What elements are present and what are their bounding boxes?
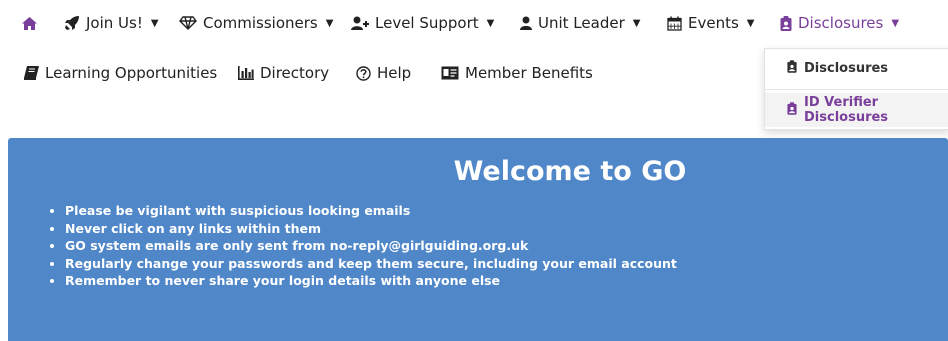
nav-directory[interactable]: Directory bbox=[238, 60, 329, 86]
nav-join-us-label: Join Us! bbox=[86, 14, 143, 32]
nav-help[interactable]: Help bbox=[356, 60, 411, 86]
id-badge-icon bbox=[787, 59, 797, 77]
main-nav-row-1: Join Us! ▼ Commissioners ▼ Level Support… bbox=[0, 10, 948, 36]
nav-member-benefits[interactable]: Member Benefits bbox=[441, 60, 593, 86]
home-icon bbox=[22, 16, 37, 30]
chevron-down-icon: ▼ bbox=[150, 17, 159, 29]
main-nav-row-2: Learning Opportunities Directory Help Me… bbox=[0, 59, 760, 87]
welcome-banner: Welcome to GO Please be vigilant with su… bbox=[8, 138, 948, 341]
list-item: GO system emails are only sent from no-r… bbox=[65, 237, 945, 255]
id-badge-icon bbox=[780, 15, 792, 31]
rocket-icon bbox=[64, 15, 80, 31]
list-item: Regularly change your passwords and keep… bbox=[65, 255, 945, 273]
chevron-down-icon: ▼ bbox=[632, 17, 641, 29]
nav-member-benefits-label: Member Benefits bbox=[465, 64, 593, 82]
nav-disclosures-label: Disclosures bbox=[798, 14, 884, 32]
dropdown-divider bbox=[765, 89, 948, 90]
bar-chart-icon bbox=[238, 66, 254, 80]
dropdown-item-disclosures[interactable]: Disclosures bbox=[765, 51, 948, 85]
nav-unit-leader[interactable]: Unit Leader ▼ bbox=[520, 10, 640, 36]
dropdown-item-label: ID Verifier Disclosures bbox=[804, 95, 889, 125]
chevron-down-icon: ▼ bbox=[486, 17, 495, 29]
disclosures-dropdown-menu: Disclosures ID Verifier Disclosures bbox=[764, 48, 948, 130]
list-item: Never click on any links within them bbox=[65, 220, 945, 238]
chevron-down-icon: ▼ bbox=[746, 17, 755, 29]
nav-directory-label: Directory bbox=[260, 64, 330, 82]
dropdown-item-id-verifier-disclosures[interactable]: ID Verifier Disclosures bbox=[765, 93, 948, 127]
nav-learning-opportunities[interactable]: Learning Opportunities bbox=[24, 60, 217, 86]
nav-learning-label: Learning Opportunities bbox=[45, 64, 218, 82]
nav-join-us[interactable]: Join Us! ▼ bbox=[64, 10, 159, 36]
calendar-icon bbox=[667, 16, 682, 31]
nav-level-support-label: Level Support bbox=[375, 14, 479, 32]
book-icon bbox=[24, 66, 39, 80]
chevron-down-icon: ▼ bbox=[325, 17, 334, 29]
nav-events[interactable]: Events ▼ bbox=[667, 10, 755, 36]
dropdown-item-label: Disclosures bbox=[804, 60, 889, 76]
nav-commissioners-label: Commissioners bbox=[203, 14, 318, 32]
diamond-icon bbox=[179, 16, 197, 30]
nav-help-label: Help bbox=[377, 64, 412, 82]
list-item: Please be vigilant with suspicious looki… bbox=[65, 202, 945, 220]
nav-commissioners[interactable]: Commissioners ▼ bbox=[179, 10, 333, 36]
user-icon bbox=[520, 16, 532, 30]
nav-unit-leader-label: Unit Leader bbox=[538, 14, 625, 32]
chevron-down-icon: ▼ bbox=[891, 17, 900, 29]
id-badge-icon bbox=[787, 101, 797, 119]
security-notice-list: Please be vigilant with suspicious looki… bbox=[52, 202, 945, 290]
nav-level-support[interactable]: Level Support ▼ bbox=[351, 10, 494, 36]
question-circle-icon bbox=[356, 65, 371, 81]
home-link[interactable] bbox=[22, 10, 37, 36]
welcome-title: Welcome to GO bbox=[453, 156, 687, 187]
list-item: Remember to never share your login detai… bbox=[65, 272, 945, 290]
nav-disclosures[interactable]: Disclosures ▼ bbox=[780, 10, 899, 36]
id-card-icon bbox=[441, 66, 459, 80]
user-plus-icon bbox=[351, 16, 369, 30]
nav-events-label: Events bbox=[688, 14, 739, 32]
